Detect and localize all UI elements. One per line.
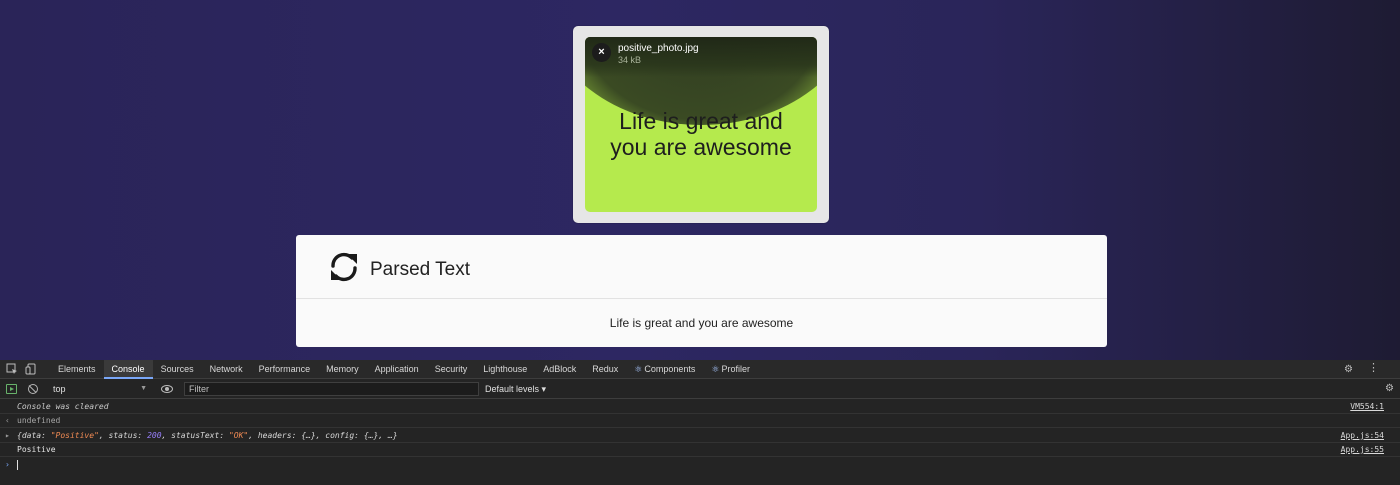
uploaded-file-card: × positive_photo.jpg 34 kB Life is great…	[573, 26, 829, 223]
context-value: top	[53, 384, 66, 394]
react-icon: ⚛	[711, 364, 720, 374]
console-prompt[interactable]: ›	[0, 458, 1400, 472]
refresh-icon[interactable]	[329, 251, 359, 283]
obj-status-text-label: , statusText:	[161, 431, 229, 440]
tab-sources[interactable]: Sources	[153, 360, 202, 379]
prompt-chevron-icon: ›	[5, 460, 10, 469]
devtools-settings-icon[interactable]: ⚙	[1344, 364, 1353, 375]
context-selector[interactable]: top ▼	[50, 382, 150, 396]
device-toolbar-icon[interactable]	[25, 363, 37, 375]
obj-status-text: "OK"	[228, 431, 249, 440]
dropdown-arrow-icon: ▼	[140, 385, 147, 392]
tab-components[interactable]: ⚛ Components	[626, 360, 703, 379]
log-text: undefined	[17, 416, 61, 425]
tab-performance[interactable]: Performance	[251, 360, 319, 379]
preview-line-2: you are awesome	[610, 134, 792, 160]
preview-line-1: Life is great and	[619, 108, 783, 134]
log-source-link[interactable]: App.js:55	[1341, 443, 1384, 457]
obj-rest: , headers: {…}, config: {…}, …}	[248, 431, 398, 440]
tab-components-label: Components	[644, 364, 696, 374]
parsed-text-card: Parsed Text Life is great and you are aw…	[296, 235, 1107, 347]
tab-security[interactable]: Security	[427, 360, 476, 379]
log-source-link[interactable]: App.js:54	[1341, 429, 1384, 443]
tab-profiler[interactable]: ⚛ Profiler	[703, 360, 758, 379]
console-settings-icon[interactable]: ⚙	[1385, 383, 1394, 394]
console-message: Console was cleared VM554:1	[0, 400, 1400, 414]
file-name: positive_photo.jpg	[618, 43, 699, 54]
remove-file-button[interactable]: ×	[592, 43, 611, 62]
result-arrow-icon: ‹	[5, 416, 10, 425]
tab-redux[interactable]: Redux	[584, 360, 626, 379]
preview-text: Life is great and you are awesome	[585, 108, 817, 160]
live-expression-eye-icon[interactable]	[161, 385, 173, 393]
log-text: Positive	[17, 445, 56, 454]
console-filter-input[interactable]	[184, 382, 479, 396]
parsed-text-header: Parsed Text	[296, 235, 1107, 299]
tab-application[interactable]: Application	[367, 360, 427, 379]
expand-object-icon[interactable]: ▸	[5, 429, 10, 443]
console-toolbar: top ▼ Default levels ▾ ⚙	[0, 379, 1400, 399]
log-source-link[interactable]: VM554:1	[1350, 400, 1384, 414]
devtools-tabs: Elements Console Sources Network Perform…	[50, 360, 758, 379]
image-preview: × positive_photo.jpg 34 kB Life is great…	[585, 37, 817, 212]
tab-network[interactable]: Network	[202, 360, 251, 379]
tab-adblock[interactable]: AdBlock	[535, 360, 584, 379]
parsed-text-result: Life is great and you are awesome	[609, 316, 794, 330]
tab-memory[interactable]: Memory	[318, 360, 367, 379]
app-area: × positive_photo.jpg 34 kB Life is great…	[0, 0, 1400, 360]
obj-data: "Positive"	[50, 431, 99, 440]
tab-lighthouse[interactable]: Lighthouse	[475, 360, 535, 379]
console-message: ▸ {data: "Positive", status: 200, status…	[0, 429, 1400, 443]
devtools-tabbar: Elements Console Sources Network Perform…	[0, 360, 1400, 379]
text-caret	[17, 460, 18, 470]
inspect-element-icon[interactable]	[6, 363, 18, 375]
tab-console[interactable]: Console	[103, 360, 153, 379]
obj-status: 200	[147, 431, 162, 440]
show-sidebar-icon[interactable]	[6, 384, 17, 394]
obj-open: {data:	[17, 431, 51, 440]
clear-console-icon[interactable]	[28, 384, 38, 394]
obj-status-label: , status:	[98, 431, 148, 440]
parsed-text-title: Parsed Text	[370, 259, 470, 280]
tab-elements[interactable]: Elements	[50, 360, 104, 379]
more-options-icon[interactable]: ⋮	[1368, 362, 1379, 375]
file-size: 34 kB	[618, 55, 642, 65]
console-message: Positive App.js:55	[0, 443, 1400, 457]
console-message: ‹ undefined	[0, 414, 1400, 428]
react-icon: ⚛	[634, 364, 643, 374]
log-object[interactable]: {data: "Positive", status: 200, statusTe…	[17, 429, 398, 443]
console-output: Console was cleared VM554:1 ‹ undefined …	[0, 400, 1400, 485]
tab-profiler-label: Profiler	[721, 364, 750, 374]
log-levels-selector[interactable]: Default levels ▾	[485, 382, 546, 396]
log-text: Console was cleared	[17, 402, 109, 411]
devtools-panel: Elements Console Sources Network Perform…	[0, 360, 1400, 485]
